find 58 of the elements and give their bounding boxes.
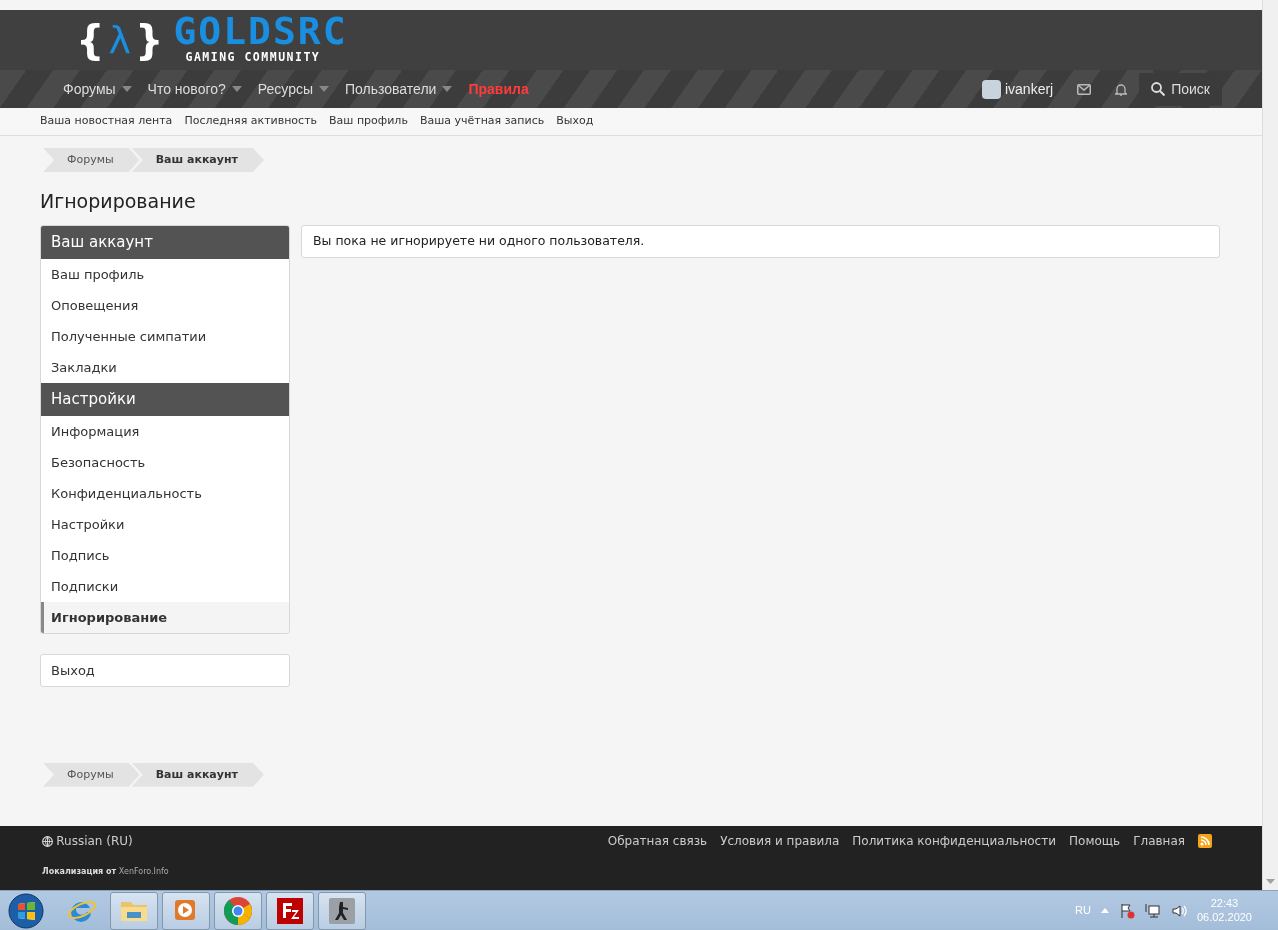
- footer-link[interactable]: Политика конфиденциальности: [852, 832, 1056, 850]
- breadcrumb-link[interactable]: Ваш аккаунт: [131, 762, 264, 787]
- scroll-down-arrow-icon[interactable]: [1266, 879, 1275, 884]
- logo-symbol[interactable]: {λ}: [76, 20, 164, 60]
- language-link[interactable]: Russian (RU): [42, 832, 133, 850]
- search-icon: [1151, 82, 1166, 96]
- footer-link[interactable]: Условия и правила: [720, 832, 840, 850]
- caret-icon: [319, 86, 329, 92]
- footer-link[interactable]: Главная: [1133, 832, 1185, 850]
- network-icon[interactable]: [1144, 902, 1161, 919]
- nav-tab[interactable]: Ресурсы: [249, 78, 337, 100]
- sidebar-link[interactable]: Настройки: [41, 508, 289, 540]
- nav-tab[interactable]: Пользователи: [337, 78, 461, 100]
- logo-subtitle[interactable]: GAMING COMMUNITY: [173, 49, 348, 67]
- flag-icon[interactable]: [1118, 902, 1135, 919]
- envelope-icon: [1077, 83, 1092, 95]
- taskbar-button[interactable]: [318, 891, 366, 930]
- sidebar-link[interactable]: Оповещения: [41, 289, 289, 321]
- search-button[interactable]: Поиск: [1139, 72, 1222, 106]
- nav-tab[interactable]: Форумы: [55, 78, 140, 100]
- caret-icon: [121, 86, 132, 92]
- globe-icon: [42, 835, 53, 847]
- sidebar-link[interactable]: Игнорирование: [41, 601, 289, 633]
- sidebar-link[interactable]: Полученные симпатии: [41, 320, 289, 352]
- breadcrumb-link[interactable]: Ваш аккаунт: [131, 148, 264, 172]
- subnav-link[interactable]: Выход: [556, 113, 594, 130]
- taskbar-button[interactable]: [266, 891, 314, 930]
- credit-link[interactable]: XenForo.Info: [118, 867, 169, 876]
- info-message: Вы пока не игнорируете ни одного пользователя.: [301, 224, 1220, 258]
- credit-text: Локализация от XenForo.Info: [42, 866, 170, 878]
- subnav-link[interactable]: Ваша учётная запись: [419, 113, 545, 130]
- start-orb-icon[interactable]: [6, 892, 46, 929]
- sidebar-link[interactable]: Подпись: [41, 539, 289, 571]
- subnav-link[interactable]: Последняя активность: [184, 113, 318, 130]
- sidebar-link[interactable]: Закладки: [41, 351, 289, 383]
- footer-link[interactable]: Помощь: [1069, 832, 1121, 850]
- nav-tab[interactable]: Что нового?: [139, 78, 250, 100]
- sidebar-link[interactable]: Конфиденциальность: [41, 477, 289, 509]
- speaker-icon[interactable]: [1170, 902, 1187, 919]
- sidebar-link[interactable]: Ваш профиль: [41, 258, 289, 290]
- avatar: [981, 79, 1001, 99]
- bell-icon: [1115, 82, 1128, 96]
- sidebar-heading: Настройки: [41, 382, 289, 416]
- caret-icon: [231, 86, 242, 92]
- caret-icon: [442, 86, 453, 92]
- sidebar-heading: Ваш аккаунт: [41, 225, 289, 259]
- breadcrumb-link[interactable]: Форумы: [43, 148, 140, 172]
- rss-icon[interactable]: [1198, 834, 1212, 848]
- logout-link[interactable]: Выход: [41, 654, 289, 686]
- sidebar-link[interactable]: Информация: [41, 415, 289, 447]
- sidebar-link[interactable]: Безопасность: [41, 446, 289, 478]
- user-menu[interactable]: ivankerj: [981, 78, 1054, 100]
- sidebar-link[interactable]: Подписки: [41, 570, 289, 602]
- footer-link[interactable]: Обратная связь: [607, 832, 708, 850]
- breadcrumb-link[interactable]: Форумы: [43, 762, 140, 787]
- page-title: Игнорирование: [40, 190, 197, 213]
- subnav-link[interactable]: Ваш профиль: [329, 113, 408, 130]
- subnav-link[interactable]: Ваша новостная лента: [40, 113, 173, 130]
